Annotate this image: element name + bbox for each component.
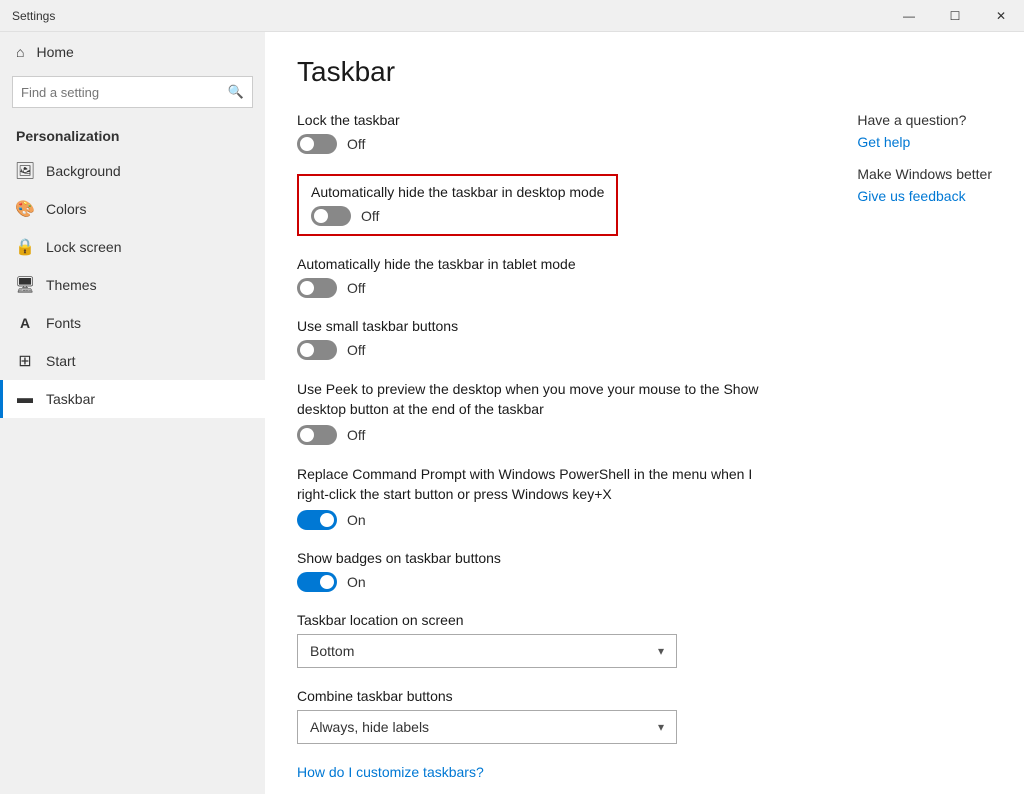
maximize-button[interactable]: ☐: [932, 0, 978, 32]
sidebar-item-label: Fonts: [46, 315, 81, 331]
sidebar-item-label: Lock screen: [46, 239, 121, 255]
sidebar-item-taskbar[interactable]: ▬ Taskbar: [0, 380, 265, 418]
toggle-label: On: [347, 574, 366, 590]
lock-taskbar-toggle[interactable]: [297, 134, 337, 154]
titlebar: Settings — ☐ ✕: [0, 0, 1024, 32]
fonts-icon: A: [16, 314, 34, 332]
replace-cmd-toggle[interactable]: [297, 510, 337, 530]
setting-combine-buttons: Combine taskbar buttons Always, hide lab…: [297, 688, 992, 744]
get-help-link[interactable]: Get help: [857, 134, 992, 150]
start-icon: ⊞: [16, 352, 34, 370]
background-icon: 🖼: [16, 162, 34, 180]
sidebar-item-label: Background: [46, 163, 121, 179]
sidebar-item-fonts[interactable]: A Fonts: [0, 304, 265, 342]
toggle-row: Off: [297, 340, 992, 360]
auto-hide-desktop-toggle[interactable]: [311, 206, 351, 226]
setting-label: Replace Command Prompt with Windows Powe…: [297, 465, 777, 504]
app-body: ⌂ Home 🔍 Personalization 🖼 Background 🎨 …: [0, 32, 1024, 794]
sidebar-item-background[interactable]: 🖼 Background: [0, 152, 265, 190]
titlebar-controls: — ☐ ✕: [886, 0, 1024, 32]
chevron-down-icon: ▾: [658, 644, 664, 658]
small-buttons-toggle[interactable]: [297, 340, 337, 360]
setting-taskbar-location: Taskbar location on screen Bottom ▾: [297, 612, 992, 668]
make-windows-label: Make Windows better: [857, 166, 992, 182]
setting-label: Show badges on taskbar buttons: [297, 550, 992, 566]
themes-icon: 🖥: [16, 276, 34, 294]
search-box[interactable]: 🔍: [12, 76, 253, 108]
taskbar-location-dropdown[interactable]: Bottom ▾: [297, 634, 677, 668]
sidebar-item-label: Start: [46, 353, 76, 369]
setting-peek: Use Peek to preview the desktop when you…: [297, 380, 992, 445]
sidebar-item-start[interactable]: ⊞ Start: [0, 342, 265, 380]
sidebar-item-label: Themes: [46, 277, 97, 293]
setting-replace-cmd: Replace Command Prompt with Windows Powe…: [297, 465, 992, 530]
setting-label: Use Peek to preview the desktop when you…: [297, 380, 777, 419]
sidebar-item-label: Taskbar: [46, 391, 95, 407]
chevron-down-icon: ▾: [658, 720, 664, 734]
minimize-button[interactable]: —: [886, 0, 932, 32]
taskbar-icon: ▬: [16, 390, 34, 408]
combine-buttons-label: Combine taskbar buttons: [297, 688, 992, 704]
titlebar-title: Settings: [12, 9, 55, 23]
close-button[interactable]: ✕: [978, 0, 1024, 32]
feedback-link[interactable]: Give us feedback: [857, 188, 992, 204]
toggle-label: On: [347, 512, 366, 528]
help-question: Have a question?: [857, 112, 992, 128]
sidebar-item-label: Colors: [46, 201, 86, 217]
auto-hide-tablet-toggle[interactable]: [297, 278, 337, 298]
combine-buttons-value: Always, hide labels: [310, 719, 429, 735]
highlighted-auto-hide-desktop: Automatically hide the taskbar in deskto…: [297, 174, 618, 236]
toggle-row: Off: [311, 206, 604, 226]
toggle-label: Off: [347, 427, 365, 443]
content-area: Taskbar Have a question? Get help Make W…: [265, 32, 1024, 794]
colors-icon: 🎨: [16, 200, 34, 218]
setting-label: Automatically hide the taskbar in deskto…: [311, 184, 604, 200]
peek-toggle[interactable]: [297, 425, 337, 445]
setting-label: Use small taskbar buttons: [297, 318, 992, 334]
sidebar-item-lock-screen[interactable]: 🔒 Lock screen: [0, 228, 265, 266]
setting-label: Automatically hide the taskbar in tablet…: [297, 256, 992, 272]
page-title: Taskbar: [297, 56, 992, 88]
sidebar-home-label: Home: [36, 44, 73, 60]
home-icon: ⌂: [16, 44, 24, 60]
toggle-row: On: [297, 510, 992, 530]
sidebar: ⌂ Home 🔍 Personalization 🖼 Background 🎨 …: [0, 32, 265, 794]
sidebar-section-label: Personalization: [0, 120, 265, 152]
toggle-row: Off: [297, 278, 992, 298]
setting-badges: Show badges on taskbar buttons On: [297, 550, 992, 592]
toggle-label: Off: [347, 342, 365, 358]
toggle-label: Off: [347, 280, 365, 296]
taskbar-location-value: Bottom: [310, 643, 354, 659]
search-icon: 🔍: [228, 84, 244, 100]
sidebar-item-colors[interactable]: 🎨 Colors: [0, 190, 265, 228]
help-panel: Have a question? Get help Make Windows b…: [857, 112, 992, 220]
setting-auto-hide-tablet: Automatically hide the taskbar in tablet…: [297, 256, 992, 298]
customize-link-block: How do I customize taskbars?: [297, 764, 992, 780]
sidebar-item-home[interactable]: ⌂ Home: [0, 32, 265, 72]
lock-icon: 🔒: [16, 238, 34, 256]
toggle-row: On: [297, 572, 992, 592]
setting-small-buttons: Use small taskbar buttons Off: [297, 318, 992, 360]
toggle-label: Off: [361, 208, 379, 224]
search-input[interactable]: [21, 85, 228, 100]
taskbar-location-label: Taskbar location on screen: [297, 612, 992, 628]
toggle-row: Off: [297, 425, 992, 445]
customize-taskbars-link[interactable]: How do I customize taskbars?: [297, 764, 484, 780]
combine-buttons-dropdown[interactable]: Always, hide labels ▾: [297, 710, 677, 744]
sidebar-item-themes[interactable]: 🖥 Themes: [0, 266, 265, 304]
toggle-label: Off: [347, 136, 365, 152]
badges-toggle[interactable]: [297, 572, 337, 592]
